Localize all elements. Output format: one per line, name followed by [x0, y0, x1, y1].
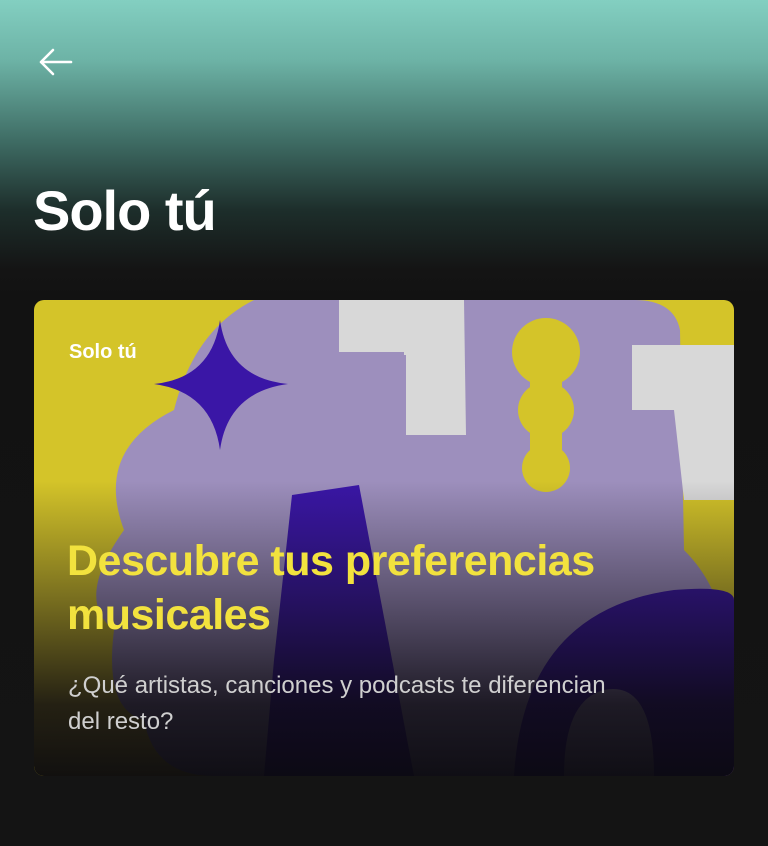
page-title: Solo tú	[33, 179, 217, 242]
back-button[interactable]	[30, 40, 80, 84]
card-tag: Solo tú	[69, 341, 137, 363]
card-headline: Descubre tus preferencias musicales	[67, 537, 595, 639]
solo-tu-card[interactable]: Solo tú Descubre tus preferencias musica…	[34, 300, 734, 776]
arrow-left-icon	[39, 48, 73, 76]
screen: Solo tú Solo tú Descubre tus preferencia…	[0, 0, 768, 846]
card-subtitle: ¿Qué artistas, canciones y podcasts te d…	[68, 672, 606, 735]
